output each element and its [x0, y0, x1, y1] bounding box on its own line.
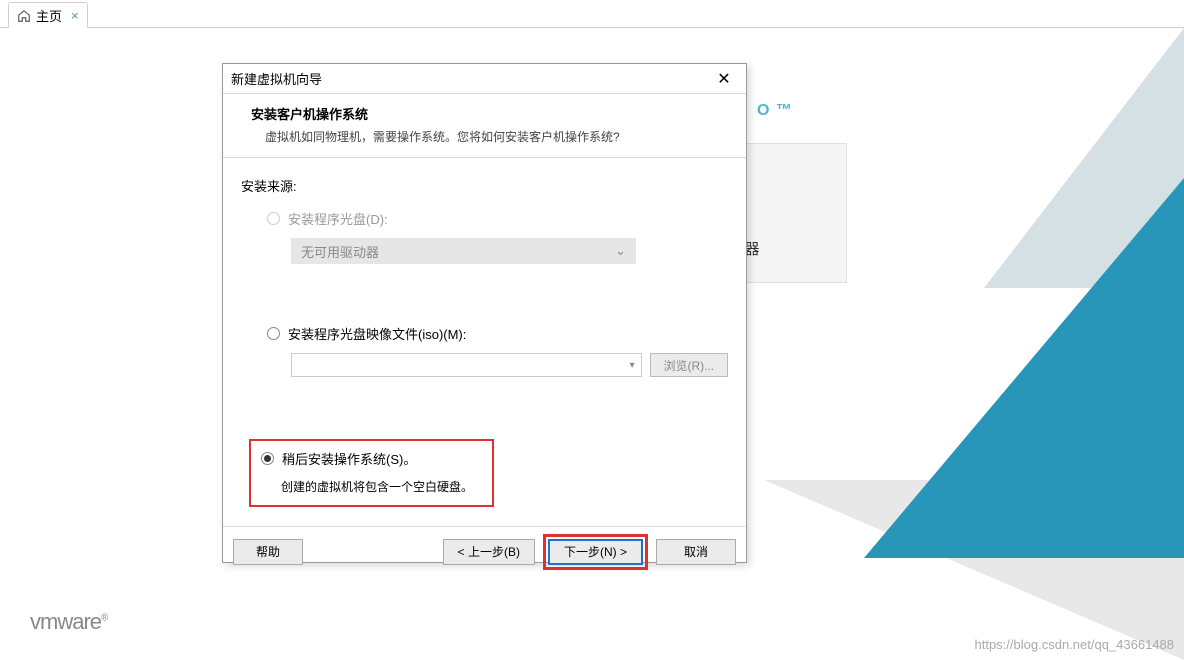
cancel-button[interactable]: 取消	[656, 539, 736, 565]
pro-badge: O ™	[757, 102, 793, 120]
radio-icon	[261, 452, 274, 465]
dialog-titlebar: 新建虚拟机向导 ✕	[223, 64, 746, 94]
tab-bar: 主页 ×	[0, 0, 1184, 28]
next-button[interactable]: 下一步(N) >	[548, 539, 643, 565]
close-icon[interactable]: ✕	[710, 68, 738, 90]
back-button[interactable]: < 上一步(B)	[443, 539, 535, 565]
option-description: 创建的虚拟机将包含一个空白硬盘。	[281, 478, 482, 495]
chevron-down-icon: ⌄	[615, 243, 626, 259]
wizard-dialog: 新建虚拟机向导 ✕ 安装客户机操作系统 虚拟机如同物理机，需要操作系统。您将如何…	[222, 63, 747, 563]
iso-path-input[interactable]: ▾	[291, 353, 642, 377]
radio-icon	[267, 327, 280, 340]
source-label: 安装来源:	[241, 176, 728, 195]
watermark: https://blog.csdn.net/qq_43661488	[975, 637, 1175, 652]
home-icon	[17, 9, 31, 23]
dialog-subheading: 虚拟机如同物理机，需要操作系统。您将如何安装客户机操作系统?	[265, 128, 726, 145]
tab-label: 主页	[36, 6, 62, 25]
radio-icon	[267, 212, 280, 225]
radio-option-disc: 安装程序光盘(D):	[267, 209, 728, 228]
dialog-body: 安装来源: 安装程序光盘(D): 无可用驱动器 ⌄ 安装程序光盘映像文件(iso…	[223, 158, 746, 526]
radio-label: 稍后安装操作系统(S)。	[282, 449, 416, 468]
dialog-footer: 帮助 < 上一步(B) 下一步(N) > 取消	[223, 526, 746, 576]
bg-triangle	[864, 178, 1184, 558]
radio-label: 安装程序光盘(D):	[288, 209, 388, 228]
radio-option-later[interactable]: 稍后安装操作系统(S)。	[261, 449, 482, 468]
radio-label: 安装程序光盘映像文件(iso)(M):	[288, 324, 466, 343]
dialog-heading: 安装客户机操作系统	[251, 104, 726, 123]
dialog-header: 安装客户机操作系统 虚拟机如同物理机，需要操作系统。您将如何安装客户机操作系统?	[223, 94, 746, 158]
highlight-next: 下一步(N) >	[543, 534, 648, 570]
highlight-later-option: 稍后安装操作系统(S)。 创建的虚拟机将包含一个空白硬盘。	[249, 439, 494, 507]
chevron-down-icon: ▾	[630, 360, 635, 371]
radio-option-iso[interactable]: 安装程序光盘映像文件(iso)(M):	[267, 324, 728, 343]
browse-button: 浏览(R)...	[650, 353, 728, 377]
help-button[interactable]: 帮助	[233, 539, 303, 565]
main-area: O ™ 连接远程服务器 vmware® https://blog.csdn.ne…	[0, 28, 1184, 660]
disc-dropdown: 无可用驱动器 ⌄	[291, 238, 636, 264]
vmware-logo: vmware®	[30, 609, 107, 635]
close-icon[interactable]: ×	[71, 8, 79, 23]
tab-home[interactable]: 主页 ×	[8, 2, 88, 28]
dialog-title: 新建虚拟机向导	[231, 69, 710, 88]
